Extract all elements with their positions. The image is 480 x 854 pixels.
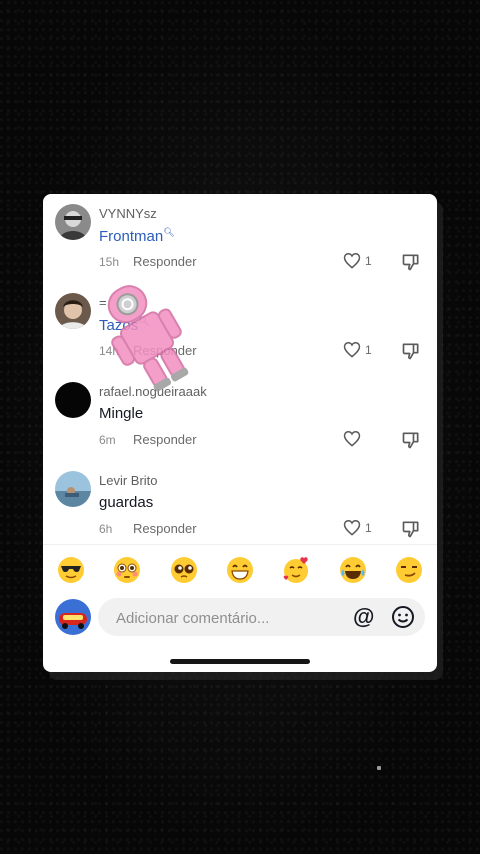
avatar[interactable] — [55, 204, 91, 240]
comment-time: 15h — [99, 255, 120, 269]
background-speck — [377, 766, 381, 770]
home-indicator — [170, 659, 310, 664]
dislike-button[interactable] — [401, 341, 421, 366]
thumbs-down-icon — [402, 432, 419, 449]
like-button[interactable] — [343, 430, 365, 447]
reply-button[interactable]: Responder — [133, 254, 197, 269]
comments-panel: VYNNYsz Frontman🔍︎ 15h Responder 1 = Taz… — [43, 194, 437, 672]
cool-sunglasses-emoji-icon[interactable] — [57, 556, 85, 584]
like-count: 1 — [365, 253, 372, 268]
reply-button[interactable]: Responder — [133, 432, 197, 447]
smirk-emoji-icon[interactable] — [395, 556, 423, 584]
tears-of-joy-emoji-icon[interactable] — [339, 556, 367, 584]
comment-text: guardas — [99, 494, 154, 511]
like-button[interactable]: 1 — [343, 519, 372, 536]
heart-icon — [343, 341, 361, 358]
emoji-quick-bar — [43, 544, 437, 595]
comment-username[interactable]: Levir Brito — [99, 473, 158, 488]
comment-input-box: @ — [98, 598, 425, 638]
search-icon: 🔍︎ — [163, 227, 175, 237]
pink-guard-sticker — [107, 285, 189, 392]
avatar[interactable] — [55, 471, 91, 507]
smiling-hearts-emoji-icon[interactable] — [282, 556, 310, 584]
my-avatar[interactable] — [55, 599, 91, 635]
like-button[interactable]: 1 — [343, 252, 372, 269]
like-button[interactable]: 1 — [343, 341, 372, 358]
thumbs-down-icon — [402, 343, 419, 360]
dislike-button[interactable] — [401, 519, 421, 544]
like-count: 1 — [365, 342, 372, 357]
pleading-emoji-icon[interactable] — [170, 556, 198, 584]
grinning-emoji-icon[interactable] — [226, 556, 254, 584]
comment-time: 6h — [99, 522, 113, 536]
comment-item: Levir Brito guardas 6h Responder 1 — [43, 461, 437, 547]
emoji-picker-icon[interactable] — [391, 605, 415, 629]
avatar[interactable] — [55, 293, 91, 329]
comment-input[interactable] — [114, 598, 338, 638]
comment-text: Mingle — [99, 405, 144, 422]
dislike-button[interactable] — [401, 252, 421, 277]
thumbs-down-icon — [402, 521, 419, 538]
reply-button[interactable]: Responder — [133, 521, 197, 536]
comment-text[interactable]: Frontman🔍︎ — [99, 227, 175, 245]
avatar[interactable] — [55, 382, 91, 418]
mention-button[interactable]: @ — [353, 604, 374, 630]
comment-input-row: @ — [43, 596, 437, 640]
heart-icon — [343, 252, 361, 269]
comment-time: 6m — [99, 433, 116, 447]
heart-icon — [343, 430, 361, 447]
heart-icon — [343, 519, 361, 536]
flushed-emoji-icon[interactable] — [113, 556, 141, 584]
like-count: 1 — [365, 520, 372, 535]
comment-username[interactable]: VYNNYsz — [99, 206, 157, 221]
dislike-button[interactable] — [401, 430, 421, 455]
thumbs-down-icon — [402, 254, 419, 271]
comment-item: VYNNYsz Frontman🔍︎ 15h Responder 1 — [43, 194, 437, 280]
